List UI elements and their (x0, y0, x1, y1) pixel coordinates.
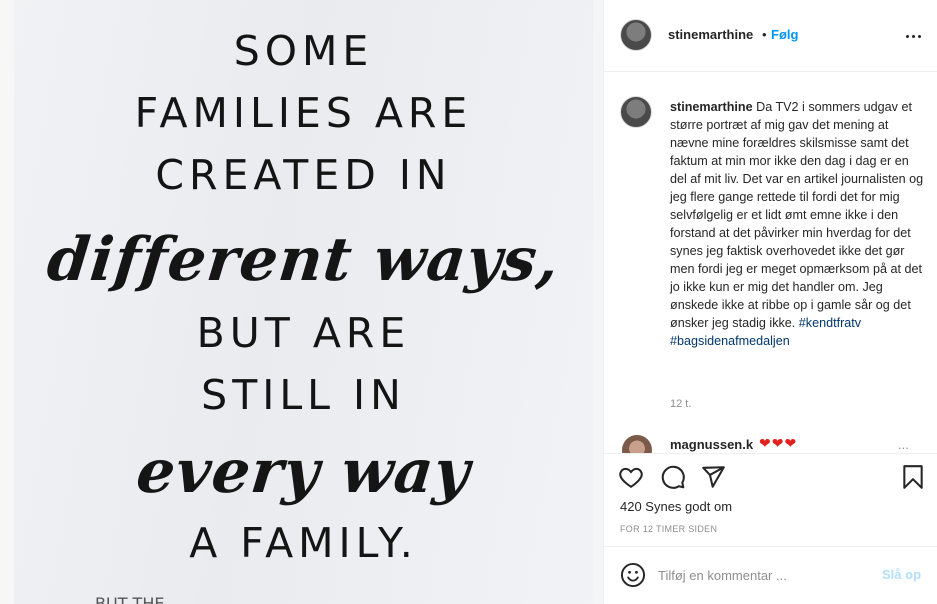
comment-input[interactable] (658, 563, 878, 587)
likes-count[interactable]: 420 Synes godt om (620, 499, 732, 514)
share-icon[interactable] (700, 464, 726, 490)
avatar[interactable] (620, 19, 652, 51)
header-username[interactable]: stinemarthine (668, 27, 753, 42)
emoji-icon[interactable] (620, 562, 646, 588)
post-header: stinemarthine • Følg (604, 0, 937, 72)
caption-username[interactable]: stinemarthine (670, 100, 753, 114)
comment-more[interactable]: ... (898, 437, 909, 452)
header-separator: • (762, 27, 767, 42)
bookmark-icon[interactable] (900, 464, 926, 490)
post-image[interactable]: SOME FAMILIES ARE CREATED IN different w… (0, 0, 603, 604)
post-side-panel: stinemarthine • Følg stinemarthine Da TV… (603, 0, 937, 604)
quote-script-line: every way (133, 437, 474, 507)
quote-text: SOME FAMILIES ARE CREATED IN different w… (14, 0, 593, 574)
caption: stinemarthine Da TV2 i sommers udgav et … (670, 98, 928, 350)
comment-hearts: ❤❤❤ (759, 435, 798, 451)
post-comment-button[interactable]: Slå op (882, 567, 921, 582)
action-bar: 420 Synes godt om FOR 12 TIMER SIDEN (604, 453, 937, 545)
heart-icon[interactable] (618, 464, 644, 490)
quote-line: SOME (233, 27, 374, 75)
caption-time: 12 t. (670, 398, 692, 410)
add-comment-bar: Slå op (604, 546, 937, 604)
quote-line: CREATED IN (155, 151, 452, 199)
comment-icon[interactable] (660, 464, 686, 490)
quote-cut-text: BUT THE (95, 594, 165, 604)
more-horizontal-icon[interactable] (904, 28, 924, 44)
follow-button[interactable]: Følg (771, 27, 798, 42)
posted-ago: FOR 12 TIMER SIDEN (620, 524, 718, 534)
quote-line: FAMILIES ARE (134, 89, 473, 137)
quote-script-line: different ways, (44, 225, 563, 295)
comment-username[interactable]: magnussen.k (670, 437, 753, 452)
comment-avatar[interactable] (622, 435, 652, 453)
comments-scroll-area[interactable]: stinemarthine Da TV2 i sommers udgav et … (604, 73, 937, 453)
caption-text: Da TV2 i sommers udgav et større portræt… (670, 100, 924, 330)
image-edge-right (593, 0, 603, 604)
caption-avatar[interactable] (620, 96, 652, 128)
